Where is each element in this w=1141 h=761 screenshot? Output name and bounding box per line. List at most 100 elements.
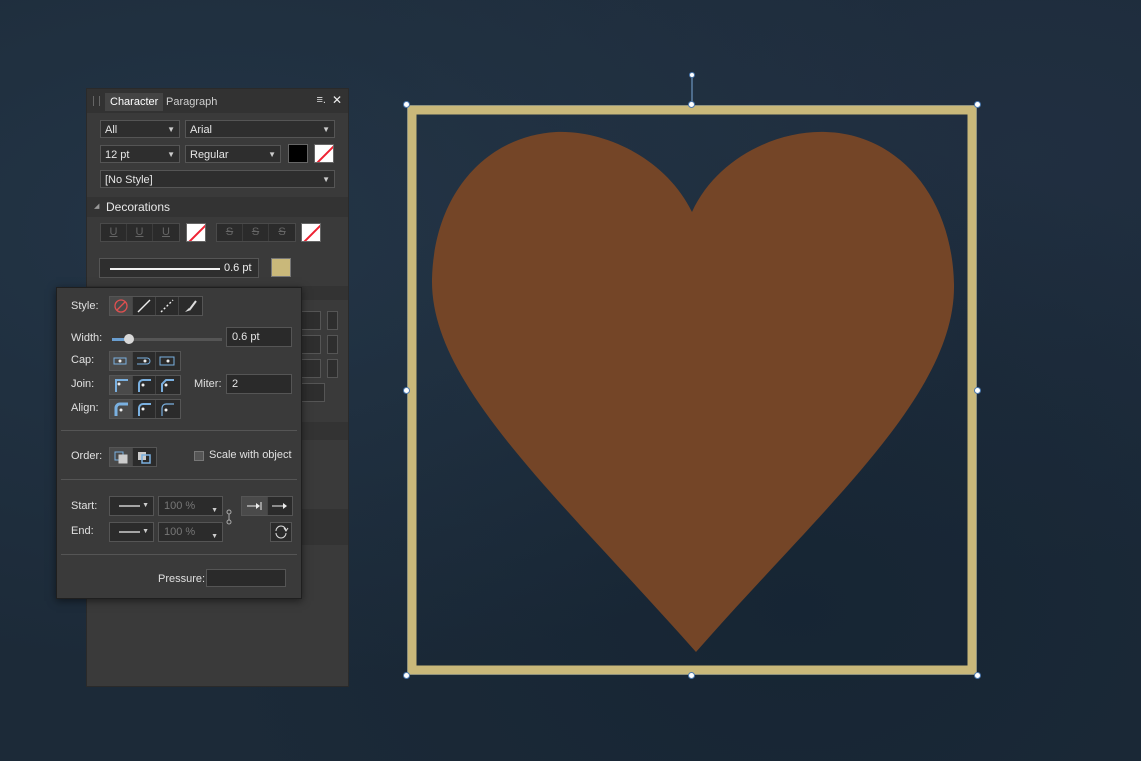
heart-shape[interactable] xyxy=(431,131,955,653)
join-group xyxy=(109,375,181,395)
text-color-swatch[interactable] xyxy=(288,144,308,163)
font-weight-select[interactable]: Regular ▼ xyxy=(185,145,281,163)
butt-cap-icon[interactable] xyxy=(110,352,133,370)
no-fill-swatch[interactable] xyxy=(314,144,334,163)
width-input[interactable]: 0.6 pt xyxy=(226,327,292,347)
brush-icon[interactable] xyxy=(179,297,202,315)
resize-handle-bottom-left[interactable] xyxy=(403,672,410,679)
hidden-field xyxy=(301,359,321,378)
divider xyxy=(61,554,297,555)
miter-input[interactable]: 2 xyxy=(226,374,292,394)
order-group xyxy=(109,447,157,467)
chevron-down-icon: ▼ xyxy=(211,507,218,514)
rotation-handle[interactable] xyxy=(682,71,702,103)
font-size-select[interactable]: 12 pt ▼ xyxy=(100,145,180,163)
hidden-field xyxy=(301,335,321,354)
panel-close-icon[interactable]: ✕ xyxy=(332,93,342,107)
start-scale-value: 100 % xyxy=(164,500,196,512)
round-join-icon[interactable] xyxy=(133,376,156,394)
arrow-outside-icon[interactable] xyxy=(268,497,292,515)
stroke-style-button[interactable]: 0.6 pt xyxy=(99,258,259,278)
resize-handle-bottom-right[interactable] xyxy=(974,672,981,679)
scope-select[interactable]: All ▼ xyxy=(100,120,180,138)
align-outside-icon[interactable] xyxy=(156,400,179,418)
tab-paragraph[interactable]: Paragraph xyxy=(161,93,222,111)
start-label: Start: xyxy=(71,500,98,512)
width-slider-handle[interactable] xyxy=(124,334,134,344)
width-slider[interactable] xyxy=(112,334,222,344)
artwork-svg xyxy=(407,105,977,675)
chevron-down-icon: ▼ xyxy=(142,528,149,535)
triangle-down-icon: ◢ xyxy=(94,203,100,210)
strikethrough-button[interactable]: S xyxy=(217,224,243,241)
align-inside-icon[interactable] xyxy=(110,400,133,418)
chevron-down-icon: ▼ xyxy=(142,502,149,509)
stepper-icon[interactable] xyxy=(327,335,338,354)
resize-handle-bottom[interactable] xyxy=(688,672,695,679)
decorations-section-header[interactable]: ◢ Decorations xyxy=(87,197,348,217)
scale-with-object-checkbox[interactable] xyxy=(194,451,204,461)
align-group xyxy=(109,399,181,419)
style-select[interactable]: [No Style] ▼ xyxy=(100,170,335,188)
font-select[interactable]: Arial ▼ xyxy=(185,120,335,138)
pressure-graph-button[interactable] xyxy=(206,569,286,587)
stroke-popup: Style: Width: 0.6 pt Cap: Join: Miter: 2… xyxy=(56,287,302,599)
stepper-icon[interactable] xyxy=(327,359,338,378)
underline-button[interactable]: U xyxy=(101,224,127,241)
dashed-line-icon[interactable] xyxy=(156,297,179,315)
panel-tabs: Character Paragraph ≡. ✕ xyxy=(87,89,348,113)
cap-group xyxy=(109,351,181,371)
stepper-icon[interactable] xyxy=(327,311,338,330)
resize-handle-top-right[interactable] xyxy=(974,101,981,108)
bevel-join-icon[interactable] xyxy=(156,376,179,394)
style-value: [No Style] xyxy=(105,174,153,186)
style-label: Style: xyxy=(71,300,99,312)
hidden-dropdown[interactable] xyxy=(301,383,325,402)
link-icon[interactable] xyxy=(225,508,233,526)
no-stroke-icon[interactable] xyxy=(110,297,133,315)
miter-join-icon[interactable] xyxy=(110,376,133,394)
strike-button-group: SSS xyxy=(216,223,296,242)
solid-line-icon[interactable] xyxy=(133,297,156,315)
resize-handle-top[interactable] xyxy=(688,101,695,108)
swap-arrows-button[interactable] xyxy=(270,522,292,542)
strikethrough-thick-button[interactable]: S xyxy=(269,224,295,241)
chevron-down-icon: ▼ xyxy=(322,175,330,184)
chevron-down-icon: ▼ xyxy=(322,125,330,134)
font-weight-value: Regular xyxy=(190,149,229,161)
stroke-front-fill-icon[interactable] xyxy=(133,448,156,466)
resize-handle-left[interactable] xyxy=(403,387,410,394)
stroke-color-swatch[interactable] xyxy=(271,258,291,277)
start-scale-select[interactable]: 100 % ▼ xyxy=(158,496,223,516)
underline-thick-button[interactable]: U xyxy=(153,224,179,241)
end-scale-select[interactable]: 100 % ▼ xyxy=(158,522,223,542)
arrow-inside-icon[interactable] xyxy=(242,497,268,515)
selected-object[interactable] xyxy=(403,72,981,679)
underline-double-button[interactable]: U xyxy=(127,224,153,241)
resize-handle-top-left[interactable] xyxy=(403,101,410,108)
resize-handle-right[interactable] xyxy=(974,387,981,394)
strikethrough-double-button[interactable]: S xyxy=(243,224,269,241)
font-value: Arial xyxy=(190,124,213,136)
stroke-behind-fill-icon[interactable] xyxy=(110,448,133,466)
divider xyxy=(61,479,297,480)
divider xyxy=(61,430,297,431)
underline-color-swatch[interactable] xyxy=(186,223,206,242)
start-arrowhead-select[interactable]: ▼ xyxy=(109,496,154,516)
chevron-down-icon: ▼ xyxy=(268,150,276,159)
tab-character[interactable]: Character xyxy=(105,93,164,111)
panel-grip[interactable] xyxy=(93,96,100,106)
end-label: End: xyxy=(71,525,94,537)
end-arrowhead-select[interactable]: ▼ xyxy=(109,522,154,542)
scale-with-object-label: Scale with object xyxy=(209,449,292,461)
round-cap-icon[interactable] xyxy=(133,352,156,370)
stroke-width-label: 0.6 pt xyxy=(224,262,252,274)
join-label: Join: xyxy=(71,378,95,390)
align-center-icon[interactable] xyxy=(133,400,156,418)
panel-menu-icon[interactable]: ≡. xyxy=(317,94,326,106)
scope-value: All xyxy=(105,124,118,136)
end-scale-value: 100 % xyxy=(164,526,196,538)
strike-color-swatch[interactable] xyxy=(301,223,321,242)
decorations-label: Decorations xyxy=(106,200,171,214)
square-cap-icon[interactable] xyxy=(156,352,179,370)
